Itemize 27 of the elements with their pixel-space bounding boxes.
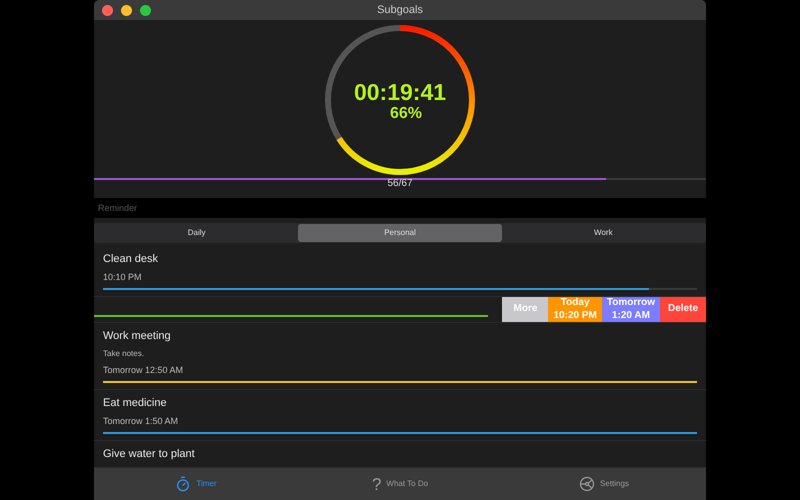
tab-bar-item[interactable]: Settings xyxy=(502,476,706,492)
timer-time: 00:19:41 xyxy=(354,80,446,104)
task-title[interactable]: Work meeting xyxy=(103,329,697,343)
swipe-action-button[interactable]: Tomorrow 1:20 AM xyxy=(602,297,660,322)
task-title[interactable]: Give water to plant xyxy=(103,447,697,461)
maximize-icon[interactable] xyxy=(140,4,151,16)
task-time: 10:10 PM xyxy=(103,272,143,283)
window-title: Subgoals xyxy=(377,2,423,18)
task-title[interactable]: Eat medicine xyxy=(103,396,697,410)
reminder-field[interactable]: Reminder xyxy=(94,198,706,218)
tab-bar-item[interactable]: Timer xyxy=(94,476,298,492)
timer-percent: 66% xyxy=(390,104,422,124)
task-time: Tomorrow 12:50 AM xyxy=(103,365,184,376)
timer-icon xyxy=(175,476,192,492)
settings-icon xyxy=(579,476,596,492)
segment-tab[interactable]: Work xyxy=(502,224,705,242)
minimize-icon[interactable] xyxy=(121,4,132,16)
task-time: Tomorrow 1:50 AM xyxy=(103,416,180,427)
close-icon[interactable] xyxy=(102,4,113,16)
task-note: Take notes. xyxy=(103,349,145,359)
segment-tab[interactable]: Daily xyxy=(95,224,298,242)
tab-bar-item[interactable]: ? What To Do xyxy=(298,476,502,492)
segment-tab[interactable]: Personal xyxy=(298,224,502,242)
question-mark-icon: ? xyxy=(372,476,382,492)
swipe-action-button[interactable]: Delete xyxy=(660,297,706,322)
goal-count: 56/67 xyxy=(387,179,413,189)
task-title[interactable]: Clean desk xyxy=(103,252,697,266)
